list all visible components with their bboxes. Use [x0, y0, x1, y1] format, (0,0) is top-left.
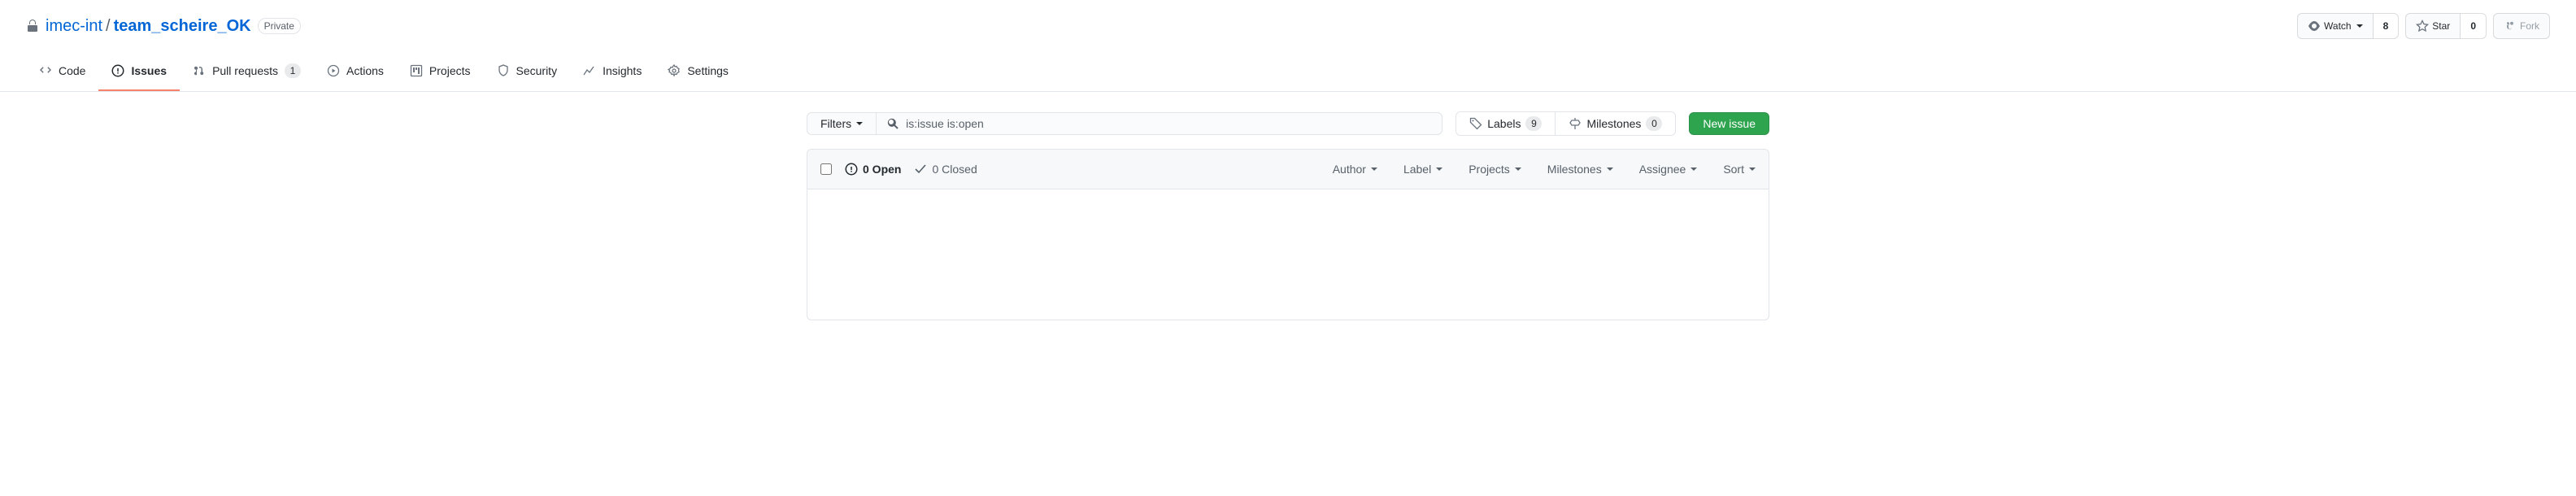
caret-down-icon: [1515, 168, 1521, 171]
caret-down-icon: [1690, 168, 1697, 171]
tab-security[interactable]: Security: [484, 52, 571, 91]
tab-insights-label: Insights: [603, 59, 642, 83]
select-all-checkbox[interactable]: [820, 163, 832, 175]
tab-issues-label: Issues: [131, 59, 167, 83]
star-button[interactable]: Star: [2405, 13, 2461, 39]
tab-code[interactable]: Code: [26, 52, 98, 91]
pulls-count-badge: 1: [285, 63, 301, 78]
milestones-button[interactable]: Milestones 0: [1555, 112, 1675, 135]
labels-label: Labels: [1487, 117, 1521, 130]
star-count[interactable]: 0: [2461, 13, 2487, 39]
filter-assignee[interactable]: Assignee: [1639, 163, 1698, 176]
tab-projects[interactable]: Projects: [397, 52, 484, 91]
watch-button[interactable]: Watch: [2297, 13, 2374, 39]
tab-pulls-label: Pull requests: [212, 59, 278, 83]
milestones-count-badge: 0: [1646, 116, 1662, 131]
labels-count-badge: 9: [1525, 116, 1542, 131]
tab-issues[interactable]: Issues: [98, 52, 180, 91]
watch-label: Watch: [2324, 18, 2352, 34]
new-issue-label: New issue: [1703, 117, 1756, 130]
closed-count-label: 0 Closed: [932, 163, 977, 176]
owner-link[interactable]: imec-int: [46, 17, 102, 36]
closed-issues-tab[interactable]: 0 Closed: [914, 163, 977, 176]
tab-actions[interactable]: Actions: [314, 52, 397, 91]
open-issues-tab[interactable]: 0 Open: [845, 163, 901, 176]
fork-label: Fork: [2520, 18, 2539, 34]
labels-button[interactable]: Labels 9: [1456, 112, 1555, 135]
filter-sort[interactable]: Sort: [1723, 163, 1756, 176]
caret-down-icon: [856, 122, 863, 125]
filter-milestones[interactable]: Milestones: [1547, 163, 1613, 176]
new-issue-button[interactable]: New issue: [1689, 112, 1769, 135]
watch-count[interactable]: 8: [2374, 13, 2400, 39]
filter-author[interactable]: Author: [1333, 163, 1377, 176]
path-separator: /: [106, 17, 111, 36]
caret-down-icon: [2356, 24, 2363, 28]
caret-down-icon: [1371, 168, 1377, 171]
issue-list-empty: [807, 189, 1769, 320]
milestones-label: Milestones: [1586, 117, 1641, 130]
open-count-label: 0 Open: [863, 163, 901, 176]
tab-settings[interactable]: Settings: [655, 52, 742, 91]
caret-down-icon: [1607, 168, 1613, 171]
repo-link[interactable]: team_scheire_OK: [114, 17, 251, 36]
search-input-wrap[interactable]: [877, 112, 1442, 135]
tab-actions-label: Actions: [346, 59, 384, 83]
tab-code-label: Code: [59, 59, 85, 83]
filter-projects[interactable]: Projects: [1469, 163, 1521, 176]
fork-button[interactable]: Fork: [2493, 13, 2550, 39]
caret-down-icon: [1749, 168, 1756, 171]
caret-down-icon: [1436, 168, 1442, 171]
search-icon: [886, 117, 899, 130]
lock-icon: [26, 20, 39, 33]
filters-button[interactable]: Filters: [807, 112, 877, 135]
visibility-badge: Private: [258, 18, 301, 34]
tab-settings-label: Settings: [687, 59, 729, 83]
tab-security-label: Security: [516, 59, 558, 83]
filter-label[interactable]: Label: [1403, 163, 1442, 176]
tab-insights[interactable]: Insights: [570, 52, 655, 91]
tab-pull-requests[interactable]: Pull requests 1: [180, 52, 314, 91]
tab-projects-label: Projects: [429, 59, 471, 83]
search-input[interactable]: [906, 117, 1432, 130]
filters-label: Filters: [820, 117, 851, 130]
star-label: Star: [2432, 18, 2450, 34]
